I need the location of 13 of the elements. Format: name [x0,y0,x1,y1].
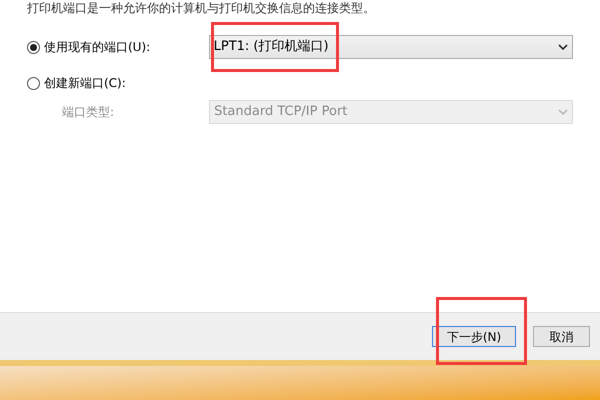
chevron-down-icon [558,109,568,115]
dropdown-value: Standard TCP/IP Port [214,103,348,122]
dropdown-value: LPT1: (打印机端口) [214,38,329,56]
radio-label: 使用现有的端口(U): [44,39,150,56]
dialog-button[interactable]: 取消 [533,326,590,347]
intro-text: 打印机端口是一种允许你的计算机与打印机交换信息的连接类型。 [27,0,376,16]
dropdown[interactable]: LPT1: (打印机端口) [208,35,573,59]
chevron-down-icon [558,44,568,50]
dialog-button[interactable]: 下一步(N) [432,326,516,347]
field-label: 端口类型: [61,104,116,121]
radio-label: 创建新端口(C): [44,75,126,92]
radio-button[interactable] [27,40,40,54]
radio-button[interactable] [27,76,40,90]
